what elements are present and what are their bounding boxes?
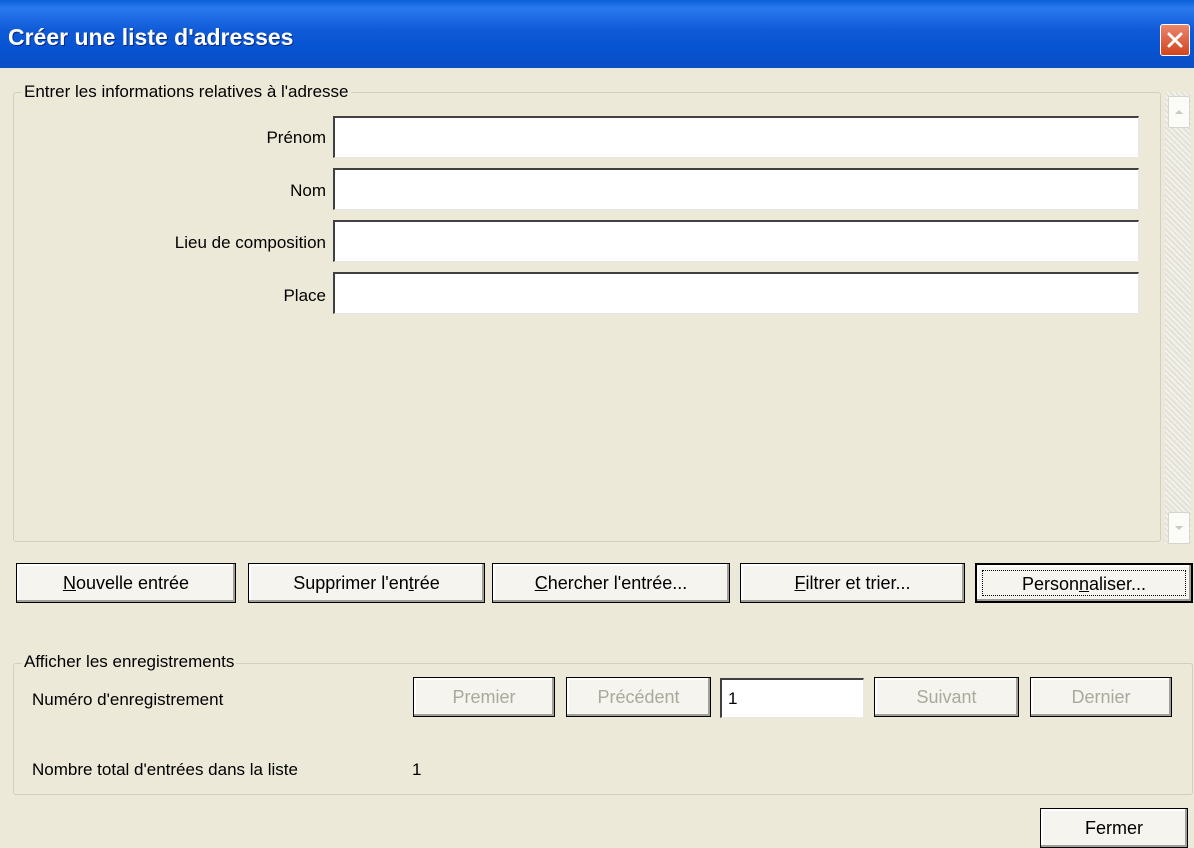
composition-place-label: Lieu de composition bbox=[174, 233, 326, 252]
previous-record-button[interactable]: Précédent bbox=[566, 677, 711, 717]
vertical-scrollbar[interactable] bbox=[1165, 92, 1191, 544]
last-name-label: Nom bbox=[290, 181, 326, 200]
delete-entry-button[interactable]: Supprimer l'entrée bbox=[248, 563, 485, 603]
new-entry-button[interactable]: Nouvelle entrée bbox=[16, 563, 236, 603]
customize-button[interactable]: Personnaliser... bbox=[975, 563, 1193, 603]
total-entries-value: 1 bbox=[412, 760, 422, 779]
title-bar: Créer une liste d'adresses bbox=[0, 0, 1194, 68]
first-name-label: Prénom bbox=[266, 128, 326, 147]
close-button[interactable]: Fermer bbox=[1040, 808, 1188, 848]
last-record-button[interactable]: Dernier bbox=[1030, 677, 1172, 717]
last-name-field[interactable] bbox=[333, 168, 1139, 210]
place-field[interactable] bbox=[333, 272, 1139, 314]
filter-sort-button[interactable]: Filtrer et trier... bbox=[740, 563, 965, 603]
composition-place-field[interactable] bbox=[333, 220, 1139, 262]
address-info-group bbox=[13, 92, 1161, 542]
record-number-field[interactable] bbox=[720, 678, 864, 718]
place-label: Place bbox=[283, 286, 326, 305]
address-info-legend: Entrer les informations relatives à l'ad… bbox=[22, 82, 351, 102]
close-window-button[interactable] bbox=[1160, 24, 1190, 56]
scroll-up-button[interactable] bbox=[1168, 96, 1190, 128]
records-legend: Afficher les enregistrements bbox=[22, 652, 237, 672]
close-icon bbox=[1167, 32, 1183, 48]
first-record-button[interactable]: Premier bbox=[413, 677, 555, 717]
find-entry-button[interactable]: Chercher l'entrée... bbox=[492, 563, 730, 603]
total-entries-label: Nombre total d'entrées dans la liste bbox=[32, 760, 298, 779]
record-number-label: Numéro d'enregistrement bbox=[32, 690, 224, 709]
arrow-down-icon bbox=[1175, 526, 1183, 530]
scroll-down-button[interactable] bbox=[1168, 512, 1190, 544]
next-record-button[interactable]: Suivant bbox=[874, 677, 1019, 717]
first-name-field[interactable] bbox=[333, 116, 1139, 158]
arrow-up-icon bbox=[1175, 110, 1183, 114]
window-title: Créer une liste d'adresses bbox=[8, 24, 294, 50]
